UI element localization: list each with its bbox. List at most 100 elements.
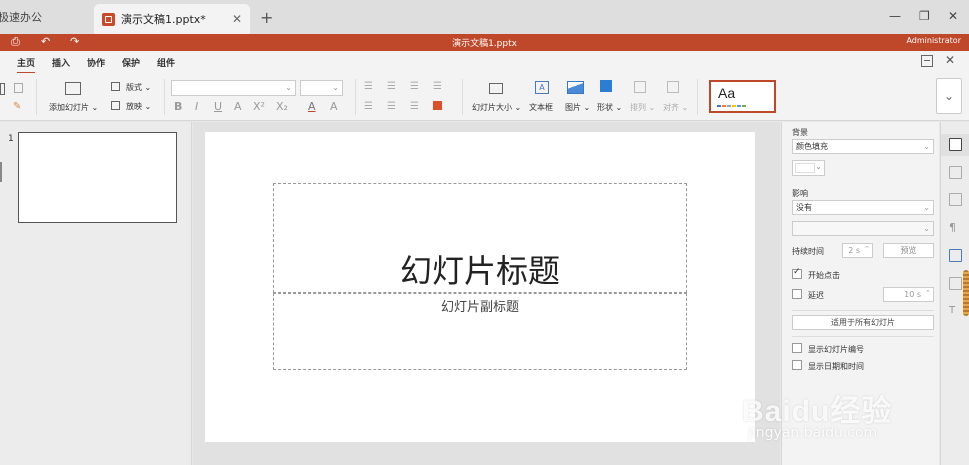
decrease-indent-icon[interactable]: ☰ [410,81,419,92]
show-slide-number-label: 显示幻灯片编号 [808,345,864,354]
transition-effect-value: 没有 [796,203,812,212]
bullet-list-icon[interactable]: ☰ [364,81,373,92]
layout-icon [111,82,120,91]
slide-size-label: 幻灯片大小 [472,103,512,112]
preview-button[interactable]: 预览 [883,243,934,258]
subscript-button[interactable]: X₂ [276,100,288,113]
tab-document-label: 演示文稿1.pptx* [121,13,206,26]
paste-icon[interactable] [0,83,5,95]
font-color-button[interactable]: A [308,100,316,113]
table-settings-icon[interactable] [949,249,962,262]
play-label: 放映 [126,102,142,111]
copy-icon[interactable] [14,83,23,93]
subtitle-placeholder[interactable]: 幻灯片副标题 [273,293,687,370]
color-swatch [795,163,815,173]
menu-tab-components[interactable]: 组件 [157,56,175,69]
delay-checkbox[interactable] [792,289,802,299]
tab-bar: 极速办公 演示文稿1.pptx* ✕ + — ❐ ✕ [0,0,969,34]
menu-tab-insert[interactable]: 插入 [52,56,70,69]
scrollbar-thumb[interactable] [963,270,969,316]
text-art-settings-icon[interactable]: T [949,305,962,318]
shape-settings-icon[interactable] [949,166,962,179]
theme-preview[interactable]: Aa [709,80,776,113]
bold-button[interactable]: B [174,100,182,113]
font-size-select[interactable]: ⌄ [300,80,343,96]
chevron-down-icon: ⌄ [923,142,930,151]
show-slide-number-checkbox[interactable] [792,343,802,353]
font-family-select[interactable]: ⌄ [171,80,296,96]
slide-settings-icon[interactable] [949,138,962,151]
theme-gallery-expand-icon[interactable]: ⌄ [936,78,962,114]
slide-subtitle[interactable]: 幻灯片副标题 [274,296,686,315]
align-button[interactable]: 对齐 ⌄ [663,102,688,113]
menu-tab-home[interactable]: 主页 [17,56,36,74]
layout-button[interactable]: 版式 ⌄ [126,82,151,93]
divider [792,310,934,311]
tab-document[interactable]: 演示文稿1.pptx* ✕ [94,4,250,34]
numbered-list-icon[interactable]: ☰ [387,81,396,92]
tab-close-icon[interactable]: ✕ [232,12,242,26]
theme-sample-text: Aa [718,85,736,101]
slide[interactable]: 幻灯片标题 幻灯片副标题 [205,132,755,442]
delay-input[interactable]: 10 s [883,287,934,302]
background-color-picker[interactable]: ⌄ [792,160,825,176]
strikethrough-button[interactable]: A [234,100,242,113]
settings-icon-strip: ¶ T [940,122,969,465]
picture-button[interactable]: 图片 ⌄ [565,102,590,113]
shading-icon[interactable] [433,101,442,110]
layout-label: 版式 [126,83,142,92]
menu-close-icon[interactable]: ✕ [945,53,955,67]
fill-type-value: 颜色填充 [796,142,828,151]
menu-tab-collaborate[interactable]: 协作 [87,56,105,69]
presentation-icon [102,12,115,26]
user-name[interactable]: Administrator [906,36,961,45]
shape-button[interactable]: 形状 ⌄ [597,102,622,113]
restore-icon[interactable]: ❐ [919,9,930,23]
show-date-time-label: 显示日期和时间 [808,362,864,371]
shape-icon [600,80,612,92]
add-slide-icon[interactable] [65,82,81,95]
minimize-icon[interactable]: — [889,9,901,23]
open-location-icon[interactable] [921,55,933,67]
ribbon-separator [355,79,356,115]
title-placeholder[interactable]: 幻灯片标题 [273,183,687,293]
arrange-button[interactable]: 排列 ⌄ [630,102,655,113]
tab-home[interactable]: 极速办公 [0,0,92,34]
play-button[interactable]: 放映 ⌄ [126,101,151,112]
slide-canvas: 幻灯片标题 幻灯片副标题 [193,122,780,465]
duration-label: 持续时间 [792,247,824,256]
theme-color-swatch [717,105,721,107]
menu-tab-protect[interactable]: 保护 [122,56,140,69]
transition-effect-select[interactable]: 没有 ⌄ [792,200,934,215]
slide-thumbnail[interactable] [18,132,177,223]
show-date-time-checkbox[interactable] [792,360,802,370]
picture-icon [567,81,584,94]
format-painter-icon[interactable]: ✎ [13,101,21,112]
add-slide-button[interactable]: 添加幻灯片 ⌄ [49,102,98,113]
window-close-icon[interactable]: ✕ [948,9,958,23]
align-label: 对齐 [663,103,679,112]
align-left-icon[interactable]: ☰ [364,101,373,112]
add-tab-icon[interactable]: + [260,8,273,27]
chevron-down-icon: ⌄ [923,224,930,233]
paragraph-settings-icon[interactable]: ¶ [949,221,962,234]
start-on-click-checkbox[interactable] [792,267,802,279]
highlight-color-button[interactable]: A [330,100,338,113]
chart-settings-icon[interactable] [949,277,962,290]
panel-resize-handle[interactable] [0,162,2,182]
text-box-button[interactable]: 文本框 [529,102,553,113]
effect-option-select[interactable]: ⌄ [792,221,934,236]
align-center-icon[interactable]: ☰ [387,101,396,112]
slide-title[interactable]: 幻灯片标题 [274,246,686,292]
duration-input[interactable]: 2 s [842,243,873,258]
slide-size-button[interactable]: 幻灯片大小 ⌄ [472,102,521,113]
underline-button[interactable]: U [214,100,222,113]
superscript-button[interactable]: X² [253,100,265,113]
document-title: 演示文稿1.pptx [452,39,517,49]
fill-type-select[interactable]: 颜色填充 ⌄ [792,139,934,154]
italic-button[interactable]: I [195,100,198,113]
increase-indent-icon[interactable]: ☰ [433,81,442,92]
apply-to-all-slides-button[interactable]: 适用于所有幻灯片 [792,315,934,330]
line-spacing-icon[interactable]: ☰ [410,101,419,112]
image-settings-icon[interactable] [949,193,962,206]
